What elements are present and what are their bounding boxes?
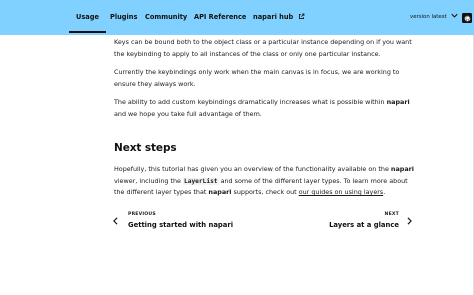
nav-api-reference[interactable]: API Reference xyxy=(194,0,246,35)
text-segment: viewer, including the xyxy=(114,176,183,185)
paragraph-keybinding-focus: Currently the keybindings only work when… xyxy=(114,68,400,88)
code-layerlist: LayerList xyxy=(183,177,219,185)
link-guides-using-layers[interactable]: our guides on using layers xyxy=(299,188,384,196)
version-label: version latest xyxy=(410,14,447,20)
github-icon[interactable] xyxy=(462,13,472,23)
chevron-left-icon xyxy=(113,217,118,225)
pager-next-label: NEXT xyxy=(384,212,399,217)
section-heading-next-steps: Next steps xyxy=(114,142,177,154)
top-navbar: Usage Plugins Community API Reference na… xyxy=(0,0,474,35)
nav-plugins[interactable]: Plugins xyxy=(110,0,137,35)
napari-bold: napari xyxy=(208,188,232,196)
next-steps-body: Hopefully, this tutorial has given you a… xyxy=(114,164,416,206)
external-link-icon xyxy=(298,13,304,20)
paragraph-keybinding-scope: Keys can be bound both to the object cla… xyxy=(114,38,412,58)
text-segment: supports, check out xyxy=(231,188,299,196)
text-segment: . xyxy=(383,188,386,196)
main-content: Keys can be bound both to the object cla… xyxy=(114,37,416,127)
nav-community[interactable]: Community xyxy=(145,0,187,35)
paragraph-next-steps: Hopefully, this tutorial has given you a… xyxy=(114,164,416,199)
napari-bold: napari xyxy=(390,165,414,173)
chevron-right-icon xyxy=(407,217,412,225)
text-segment: Hopefully, this tutorial has given you a… xyxy=(114,165,391,173)
napari-bold: napari xyxy=(386,98,410,106)
nav-usage[interactable]: Usage xyxy=(69,0,106,35)
paragraph-custom-keybindings: The ability to add custom keybindings dr… xyxy=(114,97,416,120)
nav-napari-hub-label: napari hub xyxy=(253,13,294,21)
text-segment: The ability to add custom keybindings dr… xyxy=(114,98,387,106)
text-segment: and we hope you take full advantage of t… xyxy=(114,109,262,118)
version-selector[interactable]: version latest xyxy=(410,0,458,35)
chevron-down-icon xyxy=(451,13,458,18)
pager-next-title: Layers at a glance xyxy=(329,221,399,229)
pager-previous-label: PREVIOUS xyxy=(128,212,156,217)
nav-napari-hub[interactable]: napari hub xyxy=(253,0,305,35)
pager-previous-title: Getting started with napari xyxy=(128,221,234,229)
